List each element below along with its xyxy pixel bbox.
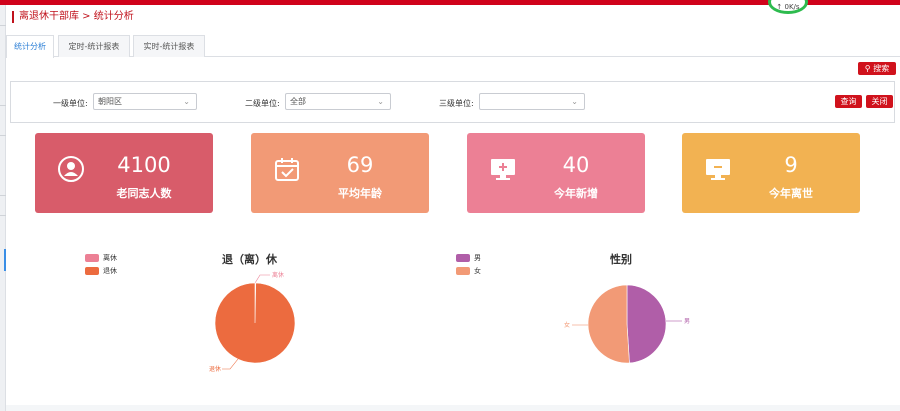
slice-leader-line	[222, 358, 239, 370]
legend-label: 退休	[103, 266, 117, 275]
stat-card-deceased-this-year: 9 今年离世	[682, 133, 860, 213]
search-button[interactable]: ⚲ 搜索	[858, 62, 896, 75]
close-button[interactable]: 关闭	[866, 95, 893, 108]
chart1-legend: 离休 退休	[85, 251, 117, 277]
stat-total-value: 4100	[117, 153, 171, 177]
slice-label: 女	[564, 321, 570, 329]
stat-deceased-label: 今年离世	[769, 187, 813, 200]
pie-slice[interactable]	[626, 284, 667, 364]
legend-item[interactable]: 男	[456, 251, 481, 264]
legend-label: 离休	[103, 253, 117, 262]
tab-realtime-report[interactable]: 实时-统计报表	[133, 35, 205, 57]
slice-leader-line	[254, 274, 270, 284]
legend-label: 女	[474, 266, 481, 275]
search-button-label: 搜索	[873, 64, 890, 73]
legend-swatch	[456, 253, 470, 262]
slice-label: 退休	[209, 365, 221, 373]
filter-label-level2: 二级单位:	[245, 99, 280, 108]
query-button[interactable]: 查询	[835, 95, 862, 108]
chevron-down-icon: ⌄	[183, 97, 190, 106]
filter-label-level3: 三级单位:	[439, 99, 474, 108]
chart1-title: 退（离）休	[222, 253, 277, 266]
chart2-title: 性别	[610, 253, 632, 266]
search-icon: ⚲	[864, 64, 871, 73]
stat-card-new-this-year: 40 今年新增	[467, 133, 645, 213]
stat-card-total: 4100 老同志人数	[35, 133, 213, 213]
main-panel: 离退休干部库 > 统计分析 统计分析 定时-统计报表 实时-统计报表 ⚲ 搜索 …	[6, 5, 900, 405]
breadcrumb: 离退休干部库 > 统计分析	[12, 11, 134, 23]
level2-unit-select[interactable]: 全部 ⌄	[285, 93, 391, 110]
stat-avg-age-label: 平均年龄	[338, 187, 382, 200]
tab-scheduled-report[interactable]: 定时-统计报表	[58, 35, 130, 57]
pie-slice[interactable]	[587, 284, 630, 364]
slice-label: 离休	[272, 271, 284, 279]
stat-new-label: 今年新增	[554, 187, 598, 200]
stat-total-label: 老同志人数	[116, 187, 172, 200]
chart2-pie: 男女	[564, 284, 690, 364]
chart1-pie: 离休退休	[209, 271, 296, 373]
filter-bar: 一级单位: 朝阳区 ⌄ 二级单位: 全部 ⌄ 三级单位: ⌄ 查询 关闭	[10, 81, 895, 123]
legend-item[interactable]: 女	[456, 264, 481, 277]
legend-item[interactable]: 离休	[85, 251, 117, 264]
chevron-down-icon: ⌄	[571, 97, 578, 106]
legend-swatch	[85, 253, 99, 262]
stat-card-avg-age: 69 平均年龄	[251, 133, 429, 213]
legend-swatch	[456, 266, 470, 275]
stat-deceased-value: 9	[784, 153, 798, 177]
filter-label-level1: 一级单位:	[53, 99, 88, 108]
legend-swatch	[85, 266, 99, 275]
level1-unit-value: 朝阳区	[98, 97, 122, 106]
pie-slice[interactable]	[214, 282, 296, 364]
tab-bar: 统计分析 定时-统计报表 实时-统计报表	[6, 35, 900, 58]
chevron-down-icon: ⌄	[377, 97, 384, 106]
level1-unit-select[interactable]: 朝阳区 ⌄	[93, 93, 197, 110]
stat-avg-age-value: 69	[346, 153, 374, 177]
legend-item[interactable]: 退休	[85, 264, 117, 277]
stat-new-value: 40	[562, 153, 590, 177]
legend-label: 男	[474, 253, 481, 262]
level3-unit-select[interactable]: ⌄	[479, 93, 585, 110]
slice-label: 男	[684, 318, 690, 325]
tab-statistics[interactable]: 统计分析	[6, 35, 54, 58]
level2-unit-value: 全部	[290, 97, 306, 106]
chart2-legend: 男 女	[456, 251, 481, 277]
